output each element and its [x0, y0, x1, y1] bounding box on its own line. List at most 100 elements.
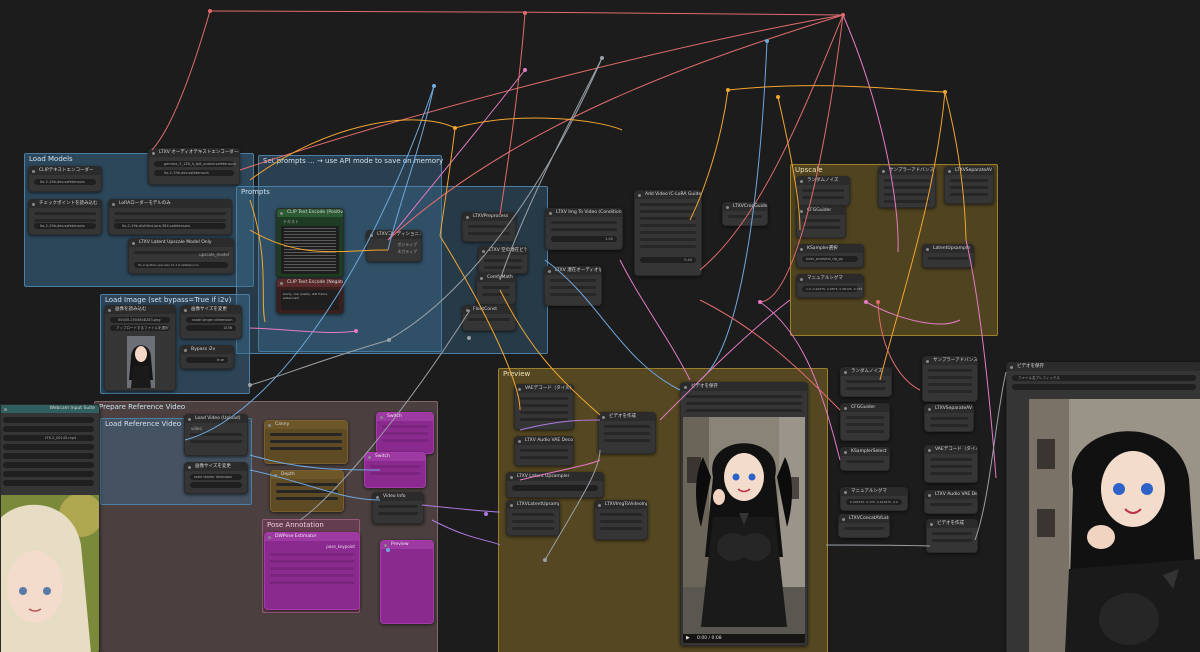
node-random-noise-2[interactable]: ランダムノイズ	[840, 367, 892, 397]
number-widget[interactable]	[190, 482, 242, 488]
reroute-dot[interactable]	[726, 88, 730, 92]
video-controls[interactable]: ▶ 0:00 / 0:08	[683, 634, 805, 643]
text-widget[interactable]: 0.909375, 0.725, 0.421875, 0.0	[846, 499, 902, 505]
node-load-video[interactable]: Load Video (Upload) video	[184, 414, 248, 456]
node-ltxv-concat-2[interactable]: LTXVConcatAVLatent	[838, 514, 890, 538]
node-ltxv-img-to-video[interactable]: LTXV Img To Video (Conditioning) 1.00	[545, 208, 623, 250]
node-clip-text-encode-negative[interactable]: CLIP Text Encode (Negative Prompt) blurr…	[276, 278, 344, 314]
reroute-dot[interactable]	[758, 300, 762, 304]
node-pose-preview[interactable]: Preview	[380, 540, 434, 624]
number-widget[interactable]	[3, 444, 94, 450]
node-checkpoint-loader[interactable]: チェックポイントを読み込む ltx-2-19b-dev.safetensors	[28, 199, 102, 235]
node-canny-1[interactable]: Canny	[264, 420, 348, 464]
node-cfg-guider-2[interactable]: CFGGuider	[840, 403, 890, 441]
video-preview[interactable]: ▶ 0:00 / 0:08	[683, 417, 805, 643]
reroute-dot[interactable]	[453, 126, 457, 130]
node-sampler-advanced-2[interactable]: サンプラーアドバンスド	[922, 356, 978, 402]
node-add-guide[interactable]: Add Video IC-LoRA Guide 0.40	[634, 190, 702, 276]
combo-widget[interactable]	[1012, 384, 1196, 390]
node-separate-av-2[interactable]: LTXVSeparateAV	[924, 404, 974, 432]
node-sampler-select-2[interactable]: KSamplerSelect	[840, 447, 890, 471]
number-widget[interactable]: 1536	[186, 325, 236, 331]
node-ltxv-crop-guides[interactable]: LTXVCropGuides	[722, 202, 768, 226]
reroute-dot[interactable]	[841, 13, 845, 17]
reroute-dot[interactable]	[208, 9, 212, 13]
node-sampler-select[interactable]: KSampler選択 euler_ancestral_cfg_pp	[796, 244, 864, 268]
node-ltxv-preprocess[interactable]: LTXVPreprocess	[462, 212, 516, 242]
node-ltxv-empty-latent[interactable]: LTXV 空の潜在ビデオ	[478, 246, 528, 274]
combo-widget[interactable]: scale shorter dimension	[190, 474, 242, 480]
node-latent-sampler[interactable]: LTXVLatentUpsampler	[506, 500, 560, 536]
reroute-dot[interactable]	[354, 329, 358, 333]
prompt-textarea[interactable]	[281, 226, 339, 274]
toggle-widget[interactable]: true	[186, 357, 228, 363]
node-audio-decode[interactable]: LTXV Audio VAE Decode	[514, 436, 574, 466]
reroute-dot[interactable]	[776, 95, 780, 99]
number-widget[interactable]: 0.40	[640, 257, 696, 263]
reroute-dot[interactable]	[765, 39, 769, 43]
node-resize-video[interactable]: 画像サイズを変更 scale shorter dimension	[184, 462, 248, 494]
text-widget[interactable]: ファイル名プレフィックス	[1012, 375, 1196, 381]
reroute-dot[interactable]	[248, 383, 252, 387]
node-ltxv-concat[interactable]: LTXV 潜在オーディオを追加	[544, 266, 602, 306]
combo-widget[interactable]: ltx-2-19b-dev.safetensors	[154, 170, 234, 176]
combo-widget[interactable]	[512, 485, 598, 491]
text-widget[interactable]: 1.0, 0.99375, 0.9875, 0.98125, 0.975	[802, 286, 862, 292]
node-vae-decode-tiled[interactable]: VAEデコード（タイル）	[514, 384, 574, 430]
node-image-switch-1[interactable]: Switch	[376, 412, 434, 454]
node-graph-canvas[interactable]: Load Models Set prompts ... → use API mo…	[0, 0, 1200, 652]
node-image-from-batch[interactable]: LTXVImgToVideoInplace	[594, 500, 648, 540]
image-combo[interactable]: 00045-2504648283.png	[110, 317, 170, 323]
reroute-dot[interactable]	[386, 548, 390, 552]
combo-widget[interactable]: scale longer dimension	[186, 317, 236, 323]
node-ltxv-text-encoder-loader[interactable]: LTXV オーディオテキストエンコーダーローダー gemma_3_12B_it_…	[148, 148, 240, 185]
reroute-dot[interactable]	[523, 68, 527, 72]
video-preview[interactable]	[1, 495, 99, 652]
number-widget[interactable]: 1.00	[551, 236, 617, 242]
node-pose-estimator[interactable]: DWPose Estimator pose_keypoint	[264, 532, 360, 610]
node-random-noise-upscale-a[interactable]: ランダムノイズ	[796, 176, 850, 206]
node-latent-upsample[interactable]: LatentUpsample	[922, 244, 974, 268]
reroute-dot[interactable]	[543, 558, 547, 562]
node-create-video[interactable]: ビデオを作成	[598, 412, 656, 454]
play-icon[interactable]: ▶	[686, 635, 690, 641]
reroute-dot[interactable]	[876, 300, 880, 304]
node-image-switch-2[interactable]: Switch	[364, 452, 426, 488]
number-widget[interactable]	[3, 462, 94, 468]
reroute-dot[interactable]	[467, 336, 471, 340]
reroute-dot[interactable]	[943, 90, 947, 94]
node-vae-decode-2[interactable]: VAEデコード（タイル）	[924, 445, 978, 483]
reroute-dot[interactable]	[432, 84, 436, 88]
node-ltxv-conditioning[interactable]: LTXVコンディショニング ポジティブ ネガティブ	[366, 230, 422, 262]
text-widget[interactable]	[3, 417, 94, 423]
node-create-video-2[interactable]: ビデオを作成	[926, 519, 978, 553]
reroute-dot[interactable]	[864, 300, 868, 304]
node-manual-sigmas-2[interactable]: マニュアルシグマ 0.909375, 0.725, 0.421875, 0.0	[840, 487, 908, 511]
combo-widget[interactable]: euler_ancestral_cfg_pp	[802, 256, 858, 262]
node-sampler-custom-advanced[interactable]: サンプラーアドバンスド	[878, 166, 936, 208]
node-latent-upscale[interactable]: LTXV Latent Upsampler	[506, 472, 604, 498]
node-left-preview[interactable]: Webcam Input Suite LTX-2_00145.mp4	[0, 404, 100, 652]
node-clip-loader[interactable]: CLIPテキストエンコーダー ltx-2-19b-dev.safetensors	[28, 166, 102, 192]
combo-widget[interactable]: ltx-2-19b-dev.safetensors	[34, 179, 96, 185]
node-resize-image[interactable]: 画像サイズを変更 scale longer dimension 1536	[180, 305, 242, 339]
node-final-save-video[interactable]: ビデオを保存 ファイル名プレフィックス	[1006, 362, 1200, 652]
combo-widget[interactable]: ltx-2-19b-distilled-lora-384.safetensors	[114, 223, 226, 229]
node-clip-text-encode-positive[interactable]: CLIP Text Encode (Positive Prompt) テキスト	[276, 208, 344, 278]
node-bypass-i2v[interactable]: Bypass i2v true	[180, 345, 234, 369]
number-widget[interactable]	[3, 453, 94, 459]
text-widget[interactable]: LTX-2_00145.mp4	[3, 435, 94, 441]
combo-widget[interactable]	[3, 426, 94, 432]
node-load-image[interactable]: 画像を読み込む 00045-2504648283.png アップロードするファイ…	[104, 305, 176, 391]
node-audio-decode-2[interactable]: LTXV Audio VAE Decode	[924, 490, 978, 514]
node-ltxv-separate-av[interactable]: LTXVSeparateAV	[944, 166, 994, 204]
node-float-const[interactable]: FloatConst	[462, 305, 516, 331]
prompt-textarea[interactable]: blurry, low quality, still frame, waterm…	[281, 290, 339, 310]
number-widget[interactable]	[3, 471, 94, 477]
node-save-video-preview[interactable]: ビデオを保存 ▶ 0:00 / 0:08	[680, 382, 808, 646]
combo-widget[interactable]: ltx-2-19b-dev.safetensors	[34, 223, 96, 229]
node-depth[interactable]: Depth	[270, 470, 344, 512]
reroute-dot[interactable]	[387, 338, 391, 342]
node-lora-loader[interactable]: LoRAローダーモデルのみ ltx-2-19b-distilled-lora-3…	[108, 199, 232, 235]
combo-widget[interactable]: ltx-2-spatial-upscaler-x2-1.0.safetensor…	[134, 262, 228, 268]
